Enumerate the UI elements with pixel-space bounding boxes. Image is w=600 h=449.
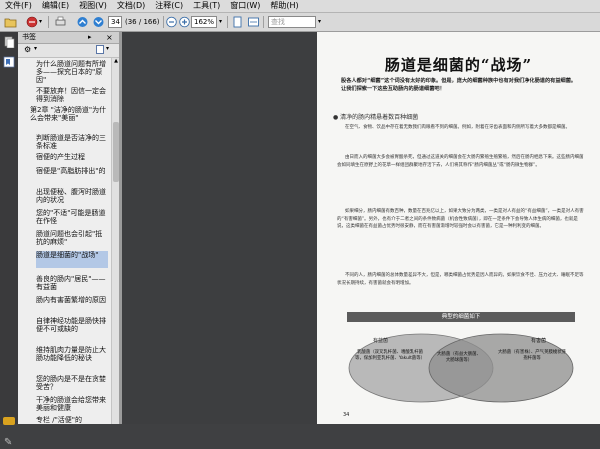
bookmarks-panel-header: 书签 ▸ × — [18, 32, 119, 44]
open-folder-icon[interactable] — [4, 16, 17, 28]
bookmark-label: 判断肠道是否洁净的三条标准 — [36, 134, 106, 150]
panel-options-icon[interactable]: ▸ — [88, 32, 92, 43]
bookmark-label: 为什么肠道问题有所增多——探究日本的"原因" — [36, 60, 106, 84]
bad-bacteria-label: 有害菌 — [531, 338, 547, 344]
toolbar-separator — [227, 16, 228, 28]
bookmark-label: 干净的肠道会给您带来美丽和健康 — [36, 396, 106, 412]
bookmark-label: 出现便秘、腹泻时肠道内的状况 — [36, 188, 106, 204]
menu-tools[interactable]: 工具(T) — [188, 0, 225, 12]
bookmark-item[interactable]: 维持肌肉力量是防止大肠功能降低的秘诀 — [36, 346, 108, 371]
menu-bar: 文件(F) 编辑(E) 视图(V) 文档(D) 注释(C) 工具(T) 窗口(W… — [0, 0, 600, 13]
bookmark-item[interactable]: 善良的肠内"居民"——有益菌 — [36, 275, 108, 292]
zoom-in-icon[interactable] — [178, 16, 191, 28]
zoom-level-select[interactable]: 162% — [191, 16, 217, 28]
bookmark-item[interactable]: 不要放弃！因信一定会得到消除 — [36, 87, 108, 104]
new-bookmark-dropdown-icon[interactable]: ▾ — [106, 45, 109, 52]
bookmark-item[interactable]: 干净的肠道会给您带来美丽和健康 — [36, 396, 108, 413]
bad-bacteria-ellipse — [428, 333, 574, 403]
bookmark-item[interactable]: 您的肠内是不是在贪婪受苦？ — [36, 375, 108, 392]
intro-text: 股各人都对“细菌”这个词没有太好的印象。但是，庞大的细菌种族中也有对我们净化肠道… — [341, 78, 577, 92]
zoom-out-icon[interactable] — [165, 16, 178, 28]
bookmark-label: 善良的肠内"居民"——有益菌 — [36, 275, 106, 291]
new-bookmark-icon[interactable] — [96, 45, 104, 54]
navigation-panel-strip: ✎ — [0, 32, 18, 448]
menu-edit[interactable]: 编辑(E) — [37, 0, 74, 12]
bookmark-label: 宿便的产生过程 — [36, 153, 85, 161]
bookmarks-panel-title: 书签 — [22, 33, 36, 41]
search-dropdown-icon[interactable]: ▾ — [318, 16, 321, 28]
bookmark-item[interactable]: 第2章 "洁净的肠道"为什么会带来"美丽" — [30, 106, 108, 131]
previous-page-icon[interactable] — [76, 16, 89, 28]
fit-page-icon[interactable] — [231, 16, 244, 28]
pages-panel-icon[interactable] — [3, 36, 15, 48]
menu-file[interactable]: 文件(F) — [0, 0, 37, 12]
bookmark-options-icon[interactable]: ⚙ — [24, 45, 31, 54]
document-view[interactable]: 肠道是细菌的“战场” 股各人都对“细菌”这个词没有太好的印象。但是，庞大的细菌种… — [122, 32, 600, 424]
bookmark-label: 专栏 /"活便"的 — [36, 416, 83, 424]
pdf-page: 肠道是细菌的“战场” 股各人都对“细菌”这个词没有太好的印象。但是，庞大的细菌种… — [317, 32, 600, 424]
bookmark-label: 肠道问题也会引起"抵抗的麻烦" — [36, 230, 103, 246]
toolbar-separator — [48, 16, 49, 28]
create-pdf-icon[interactable] — [26, 16, 39, 28]
bookmark-item[interactable]: 您的"不适"可能是肠道在作怪 — [36, 209, 108, 226]
page-number-input[interactable]: 34 — [108, 16, 122, 28]
bookmark-item[interactable]: 自律神经功能是肠快排便不可或缺的 — [36, 317, 108, 342]
page-number: 34 — [343, 412, 350, 418]
bookmark-label: 自律神经功能是肠快排便不可或缺的 — [36, 317, 106, 333]
bookmark-label: 您的"不适"可能是肠道在作怪 — [36, 209, 106, 225]
paragraph: 不同的人，肠内细菌的总体数量差异不大，但是，哪类细菌占优势是因人而异的。如果饮食… — [337, 273, 584, 286]
bookmark-list: 为什么肠道问题有所增多——探究日本的"原因" 不要放弃！因信一定会得到消除 第2… — [18, 58, 111, 424]
bookmark-label: 宿便是"高脂肪排出"的 — [36, 167, 106, 175]
next-page-icon[interactable] — [92, 16, 105, 28]
bookmark-item[interactable]: 宿便是"高脂肪排出"的 — [36, 167, 108, 184]
bookmark-item[interactable]: 肠道问题也会引起"抵抗的麻烦" — [36, 230, 108, 247]
menu-view[interactable]: 视图(V) — [74, 0, 112, 12]
print-icon[interactable] — [54, 16, 67, 28]
page-count: (36 / 166) — [125, 18, 160, 26]
bookmark-item[interactable]: 宿便的产生过程 — [36, 153, 108, 162]
paragraph: 在空气、食物、饮品中存在着无数我们肉眼看不到的细菌。例如，附着在牙齿表面和内侧所… — [345, 125, 570, 130]
close-panel-icon[interactable]: × — [106, 32, 113, 43]
bookmark-item[interactable]: 专栏 /"活便"的 — [36, 416, 108, 424]
options-dropdown-icon[interactable]: ▾ — [34, 45, 37, 52]
page-title: 肠道是细菌的“战场” — [384, 56, 533, 74]
bookmarks-panel: 书签 ▸ × ⚙ ▾ ▾ 为什么肠道问题有所增多——探究日本的"原因" 不要放弃… — [18, 32, 120, 424]
bookmark-item-selected[interactable]: 肠道是细菌的"战场" — [36, 251, 108, 268]
search-input[interactable]: 查找 — [268, 16, 316, 28]
create-dropdown-icon[interactable]: ▾ — [39, 16, 42, 28]
menu-comments[interactable]: 注释(C) — [150, 0, 188, 12]
bookmark-label: 肠内有害菌繁增的原因 — [36, 296, 106, 304]
figure-title: 典型的细菌如下 — [347, 312, 575, 322]
bad-bacteria-text: 大肠菌（有害株）、产气荚膜梭状芽孢杆菌等 — [497, 350, 567, 362]
bookmark-item[interactable]: 出现便秘、腹泻时肠道内的状况 — [36, 188, 108, 205]
attachments-panel-icon[interactable]: ✎ — [4, 437, 14, 449]
menu-document[interactable]: 文档(D) — [112, 0, 150, 12]
neutral-bacteria-text: 大肠菌（有益大肠菌、大肠球菌等） — [437, 352, 481, 364]
fit-width-icon[interactable] — [247, 16, 260, 28]
menu-window[interactable]: 窗口(W) — [225, 0, 265, 12]
bookmark-label: 第2章 "洁净的肠道"为什么会带来"美丽" — [30, 106, 107, 122]
section-heading: ● 清净的肠内精悬着数百种细菌 — [333, 114, 419, 121]
bookmark-label: 您的肠内是不是在贪婪受苦？ — [36, 375, 106, 391]
good-bacteria-label: 有益菌 — [373, 338, 389, 344]
bookmark-label: 肠道是细菌的"战场" — [36, 251, 99, 259]
bookmarks-panel-icon[interactable] — [3, 56, 15, 68]
bookmarks-toolbar: ⚙ ▾ ▾ — [18, 44, 119, 58]
toolbar-separator — [163, 16, 164, 28]
bookmark-item[interactable]: 判断肠道是否洁净的三条标准 — [36, 134, 108, 151]
zoom-dropdown-icon[interactable]: ▾ — [219, 16, 222, 28]
paragraph: 由日而入的细菌大多会被胃酸杀死，但通过这道关的细菌会在大肠内繁殖生殖繁殖，然后在… — [337, 155, 584, 168]
bookmark-label: 维持肌肉力量是防止大肠功能降低的秘诀 — [36, 346, 106, 362]
bookmark-item[interactable]: 肠内有害菌繁增的原因 — [36, 296, 108, 313]
good-bacteria-text: 乳酸菌（双叉乳杆菌、嗜酸乳杆菌等，保加利亚乳杆菌、Yakult菌等） — [355, 350, 425, 362]
toolbar: ▾ 34 (36 / 166) 162% ▾ 查找 ▾ — [0, 13, 600, 32]
paragraph: 如果细分，肠内细菌有数百种，数量在百兆亿以上，如果大致分为两类，一类是对人有益的… — [337, 209, 584, 230]
bookmark-label: 不要放弃！因信一定会得到消除 — [36, 87, 106, 103]
bookmark-item[interactable]: 为什么肠道问题有所增多——探究日本的"原因" — [36, 60, 108, 85]
toolbar-separator — [263, 16, 264, 28]
menu-help[interactable]: 帮助(H) — [265, 0, 303, 12]
